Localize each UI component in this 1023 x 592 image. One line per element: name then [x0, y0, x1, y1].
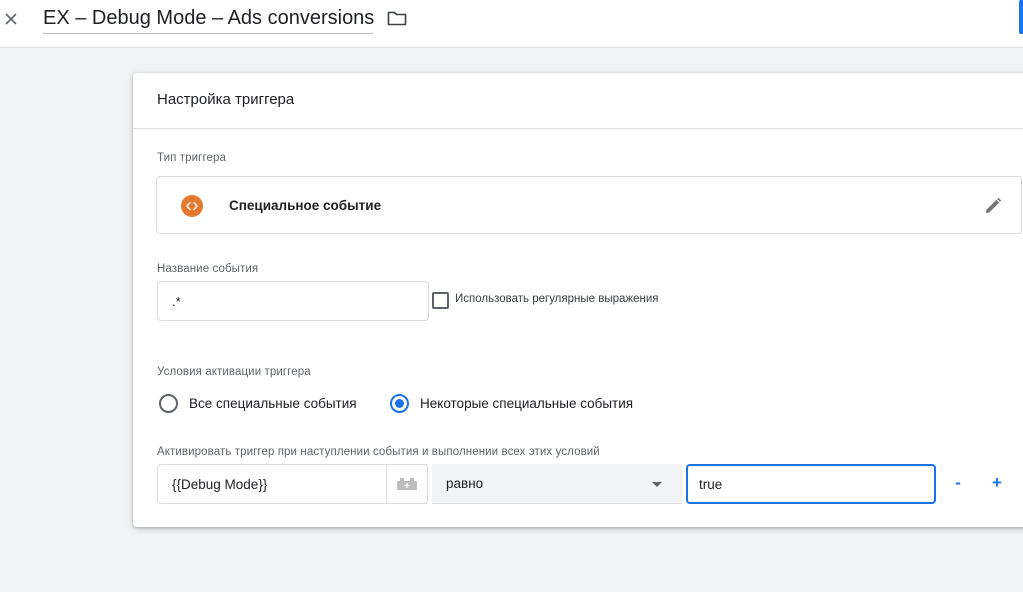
- pencil-icon[interactable]: [982, 195, 1004, 217]
- event-name-input[interactable]: [157, 281, 429, 321]
- code-brackets-icon: [181, 195, 203, 217]
- variable-picker-button[interactable]: [386, 464, 428, 504]
- dropdown-caret-icon: [652, 482, 662, 487]
- trigger-type-name: Специальное событие: [229, 198, 382, 213]
- trigger-type-selector[interactable]: Специальное событие: [156, 176, 1022, 234]
- radio-some-events[interactable]: [390, 394, 409, 413]
- event-name-label: Название события: [157, 263, 259, 275]
- condition-variable-value: {{Debug Mode}}: [172, 476, 268, 492]
- trigger-type-label: Тип триггера: [157, 152, 226, 164]
- trigger-config-card: Настройка триггера Тип триггера Специаль…: [133, 73, 1023, 527]
- conditions-label: Активировать триггер при наступлении соб…: [157, 446, 600, 458]
- radio-all-events[interactable]: [159, 394, 178, 413]
- regex-checkbox[interactable]: [432, 292, 449, 309]
- close-button[interactable]: [0, 8, 22, 30]
- card-header: Настройка триггера: [133, 73, 1023, 129]
- variable-brick-icon: [397, 478, 417, 490]
- remove-condition-button[interactable]: -: [947, 472, 969, 494]
- top-bar: EX – Debug Mode – Ads conversions: [0, 0, 1023, 48]
- condition-operator-select[interactable]: равно: [432, 464, 682, 504]
- radio-some-events-label: Некоторые специальные события: [420, 396, 634, 411]
- folder-icon: [387, 11, 407, 26]
- title-field[interactable]: EX – Debug Mode – Ads conversions: [43, 4, 375, 34]
- add-condition-button[interactable]: +: [986, 472, 1008, 494]
- folder-button[interactable]: [385, 8, 409, 28]
- radio-all-events-label: Все специальные события: [189, 396, 357, 411]
- fire-conditions-label: Условия активации триггера: [157, 366, 311, 378]
- page-title: EX – Debug Mode – Ads conversions: [43, 7, 375, 29]
- card-title: Настройка триггера: [157, 91, 295, 108]
- regex-label: Использовать регулярные выражения: [455, 293, 659, 305]
- save-button-edge[interactable]: [1019, 0, 1023, 34]
- close-icon: [5, 13, 17, 25]
- condition-value-input[interactable]: [686, 464, 936, 504]
- condition-operator-value: равно: [446, 476, 484, 491]
